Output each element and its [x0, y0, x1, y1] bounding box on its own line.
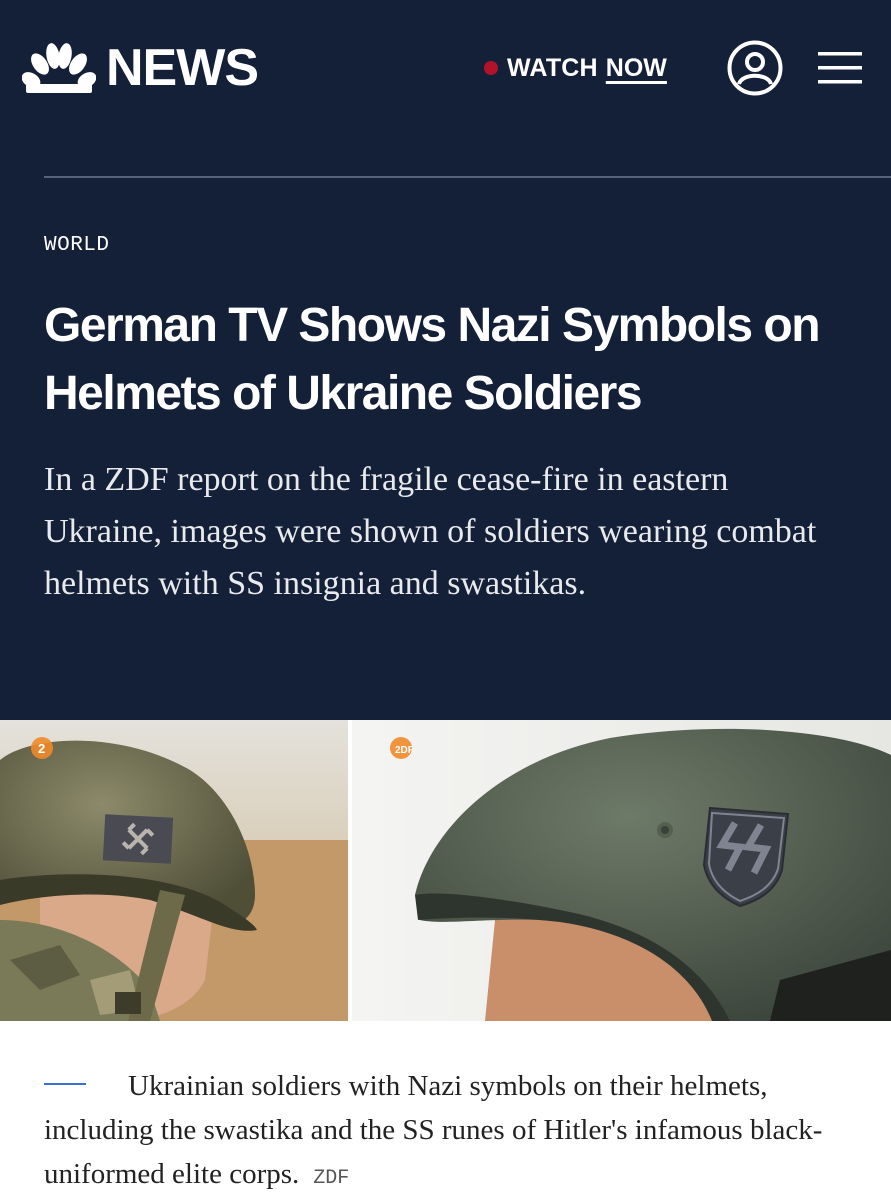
logo-text: NEWS — [106, 39, 259, 97]
left-watermark: 2 — [31, 737, 53, 759]
article-headline: German TV Shows Nazi Symbols on Helmets … — [44, 299, 821, 420]
now-label: NOW — [605, 53, 667, 82]
menu-button[interactable] — [818, 50, 862, 86]
image-caption: Ukrainian soldiers with Nazi symbols on … — [44, 1064, 864, 1201]
section-label[interactable]: WORLD — [44, 234, 110, 257]
top-navbar: NEWS WATCH NOW — [0, 0, 891, 140]
svg-text:2: 2 — [38, 741, 45, 756]
watch-now-link[interactable]: WATCH NOW — [484, 52, 667, 84]
watch-label: WATCH — [507, 53, 598, 82]
left-frame: 2 — [0, 720, 348, 1021]
hamburger-menu-icon — [818, 52, 862, 84]
nbc-news-logo[interactable]: NEWS — [22, 39, 259, 97]
hero-photo-composite: 2 2DF — [0, 720, 891, 1021]
peacock-icon — [22, 43, 96, 93]
right-frame: 2DF — [352, 720, 891, 1021]
caption-rule — [44, 1083, 86, 1086]
hero-image: 2 2DF — [0, 720, 891, 1021]
live-dot-icon — [484, 61, 498, 75]
header-divider — [44, 176, 891, 178]
article-header: NEWS WATCH NOW WORLD German TV Shows Naz… — [0, 0, 891, 720]
account-button[interactable] — [727, 40, 783, 96]
svg-text:2DF: 2DF — [395, 745, 414, 756]
caption-credit: ZDF — [313, 1167, 350, 1190]
user-icon — [727, 40, 783, 96]
article-dek: In a ZDF report on the fragile cease-fir… — [44, 461, 817, 602]
caption-text: Ukrainian soldiers with Nazi symbols on … — [44, 1070, 823, 1190]
swastika-patch — [102, 814, 174, 864]
